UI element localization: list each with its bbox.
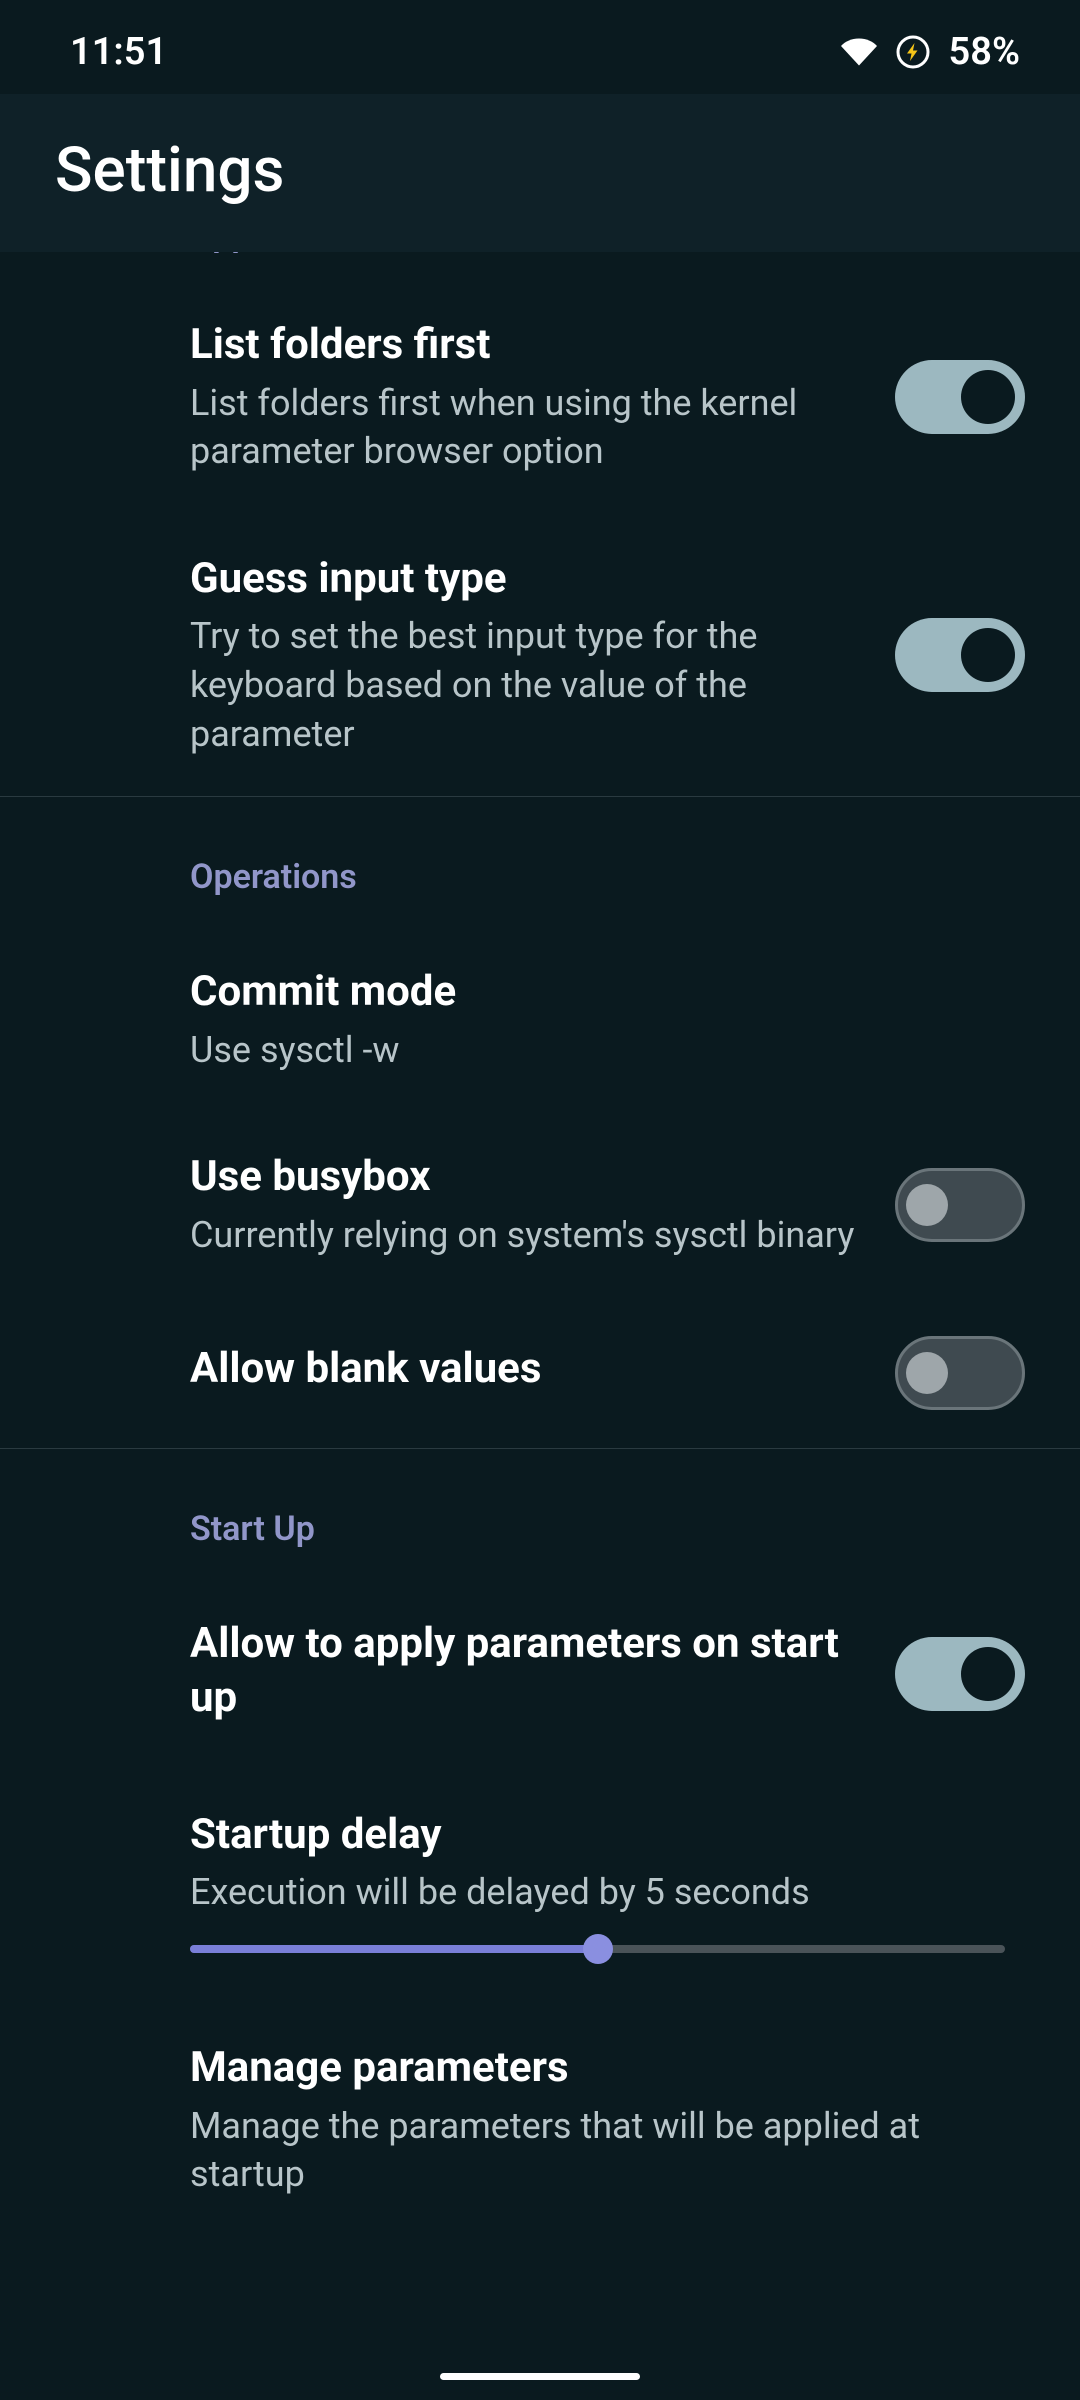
setting-text: Startup delay Execution will be delayed … [190, 1808, 1025, 1917]
toggle-allow-blank-values[interactable] [895, 1336, 1025, 1410]
setting-allow-blank-values[interactable]: Allow blank values [0, 1298, 1080, 1448]
toggle-allow-apply-startup[interactable] [895, 1637, 1025, 1711]
setting-use-busybox[interactable]: Use busybox Currently relying on system'… [0, 1112, 1080, 1297]
slider-thumb[interactable] [583, 1934, 613, 1964]
setting-desc: Use sysctl -w [190, 1026, 1025, 1075]
battery-saver-icon [895, 34, 931, 70]
setting-desc: Try to set the best input type for the k… [190, 612, 865, 758]
toggle-guess-input-type[interactable] [895, 618, 1025, 692]
setting-text: Allow to apply parameters on start up [190, 1617, 865, 1732]
toggle-thumb [906, 1352, 948, 1394]
setting-text: Manage parameters Manage the parameters … [190, 2041, 1025, 2199]
setting-title: List folders first [190, 318, 865, 373]
setting-manage-parameters[interactable]: Manage parameters Manage the parameters … [0, 2003, 1080, 2237]
setting-text: Guess input type Try to set the best inp… [190, 552, 865, 758]
slider-fill [190, 1945, 598, 1953]
setting-allow-apply-startup[interactable]: Allow to apply parameters on start up [0, 1579, 1080, 1770]
setting-guess-input-type[interactable]: Guess input type Try to set the best inp… [0, 514, 1080, 796]
toggle-thumb [961, 1647, 1015, 1701]
setting-list-folders-first[interactable]: List folders first List folders first wh… [0, 280, 1080, 514]
setting-title: Use busybox [190, 1150, 865, 1205]
status-right: 58% [841, 30, 1020, 74]
setting-title: Manage parameters [190, 2041, 1025, 2096]
setting-title: Allow blank values [190, 1342, 865, 1397]
setting-title: Allow to apply parameters on start up [190, 1617, 865, 1726]
setting-startup-delay[interactable]: Startup delay Execution will be delayed … [0, 1770, 1080, 1927]
section-header-application: Application [0, 252, 1080, 280]
status-time: 11:51 [70, 30, 167, 74]
wifi-icon [841, 34, 877, 70]
status-bar: 11:51 58% [0, 0, 1080, 94]
setting-text: List folders first List folders first wh… [190, 318, 865, 476]
toggle-list-folders-first[interactable] [895, 360, 1025, 434]
setting-text: Use busybox Currently relying on system'… [190, 1150, 865, 1259]
settings-content: Application List folders first List fold… [0, 252, 1080, 2237]
section-header-operations: Operations [0, 797, 1080, 927]
setting-desc: List folders first when using the kernel… [190, 379, 865, 476]
toggle-thumb [906, 1184, 948, 1226]
page-title: Settings [55, 134, 1025, 207]
toggle-thumb [961, 628, 1015, 682]
section-header-startup: Start Up [0, 1449, 1080, 1579]
setting-desc: Currently relying on system's sysctl bin… [190, 1211, 865, 1260]
setting-commit-mode[interactable]: Commit mode Use sysctl -w [0, 927, 1080, 1112]
setting-text: Commit mode Use sysctl -w [190, 965, 1025, 1074]
app-header: Settings [0, 94, 1080, 262]
slider-track[interactable] [190, 1945, 1005, 1953]
setting-title: Guess input type [190, 552, 865, 607]
nav-indicator[interactable] [440, 2373, 640, 2380]
battery-percent: 58% [949, 30, 1020, 74]
setting-desc: Manage the parameters that will be appli… [190, 2102, 1025, 2199]
toggle-use-busybox[interactable] [895, 1168, 1025, 1242]
setting-desc: Execution will be delayed by 5 seconds [190, 1868, 1025, 1917]
toggle-thumb [961, 370, 1015, 424]
setting-title: Commit mode [190, 965, 1025, 1020]
startup-delay-slider[interactable] [0, 1927, 1080, 2003]
setting-text: Allow blank values [190, 1342, 865, 1403]
setting-title: Startup delay [190, 1808, 1025, 1863]
